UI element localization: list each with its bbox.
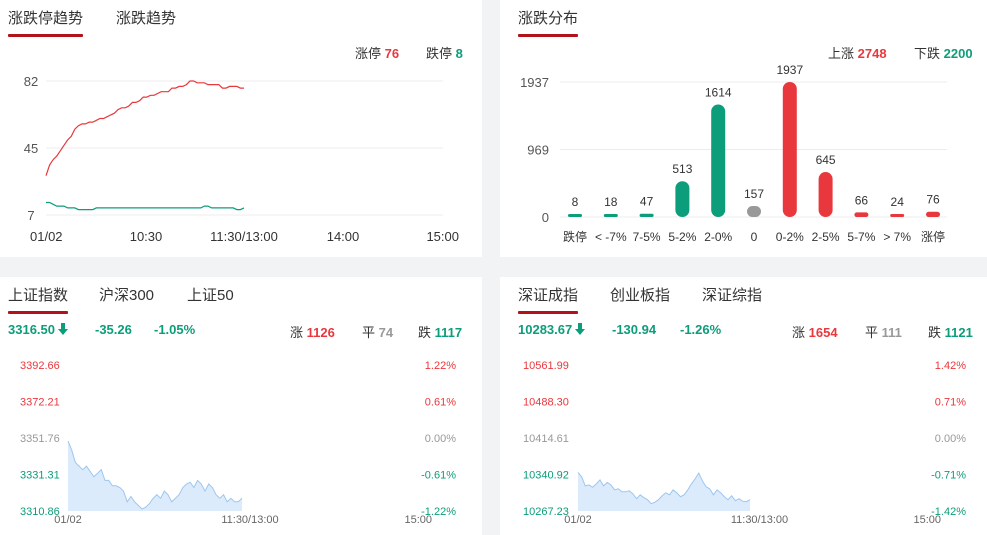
category-label: 跌停 (563, 229, 587, 244)
category-label: < -7% (595, 230, 627, 244)
sh-intraday-chart: 3392.66 1.22% 3372.21 0.61% 3351.76 0.00% 3331… (20, 360, 456, 526)
sh-index-panel: 上证指数 沪深300 上证50 3316.50 -35.26 -1.05% 涨 … (0, 277, 482, 535)
pct-tick-label: 0.71% (935, 397, 966, 409)
category-label: 0 (751, 230, 758, 244)
bar (568, 214, 582, 217)
category-label: > 7% (883, 230, 911, 244)
y-tick-label: 10267.23 (523, 506, 569, 518)
y-tick-label: 969 (527, 143, 549, 158)
data-label: 1614 (705, 86, 732, 100)
pct-tick-label: -0.61% (421, 470, 456, 482)
data-label: 76 (926, 193, 940, 207)
x-tick-label: 15:00 (404, 514, 432, 526)
x-tick-label: 15:00 (913, 514, 941, 526)
pct-tick-label: 1.22% (425, 360, 456, 372)
data-label: 8 (572, 195, 579, 209)
x-tick-label: 01/02 (54, 514, 82, 526)
y-tick-label: 0 (542, 210, 549, 225)
y-tick-label: 45 (24, 141, 38, 156)
pct-tick-label: 0.00% (425, 433, 456, 445)
category-label: 7-5% (633, 230, 661, 244)
data-label: 645 (816, 153, 836, 167)
pct-tick-label: 1.42% (935, 360, 966, 372)
bar (782, 82, 797, 217)
bar (747, 206, 761, 217)
y-tick-label: 3372.21 (20, 397, 60, 409)
data-label: 513 (672, 162, 692, 176)
y-tick-label: 3331.31 (20, 470, 60, 482)
category-label: 5-7% (847, 230, 875, 244)
bar (890, 214, 905, 217)
pct-tick-label: 0.00% (935, 433, 966, 445)
y-tick-label: 10340.92 (523, 470, 569, 482)
limit-trend-chart: 82 45 7 01/02 10:30 11:30/13:00 14:00 15:00 (24, 74, 459, 244)
bar (639, 213, 654, 217)
y-tick-label: 10414.61 (523, 433, 569, 445)
category-label: 2-5% (812, 230, 840, 244)
index-area (578, 472, 750, 511)
sz-index-panel: 深证成指 创业板指 深证综指 10283.67 -130.94 -1.26% 涨… (500, 277, 987, 535)
bar (926, 211, 940, 217)
y-tick-label: 1937 (520, 75, 549, 90)
data-label: 66 (855, 193, 869, 207)
pct-tick-label: 0.61% (425, 397, 456, 409)
y-tick-label: 7 (27, 208, 34, 223)
x-tick-label: 11:30/13:00 (731, 514, 788, 526)
x-tick-label: 11:30/13:00 (221, 514, 278, 526)
x-tick-label: 01/02 (30, 229, 63, 244)
bar (711, 104, 726, 217)
category-label: 5-2% (668, 230, 696, 244)
sz-intraday-chart: 10561.99 1.42% 10488.30 0.71% 10414.61 0.00% 1… (523, 360, 966, 526)
bar (675, 181, 690, 217)
bar (818, 172, 833, 217)
data-label: 18 (604, 195, 618, 209)
category-label: 2-0% (704, 230, 732, 244)
bar (603, 214, 618, 217)
data-label: 1937 (776, 63, 803, 77)
y-tick-label: 3351.76 (20, 433, 60, 445)
x-tick-label: 15:00 (426, 229, 459, 244)
y-tick-label: 10488.30 (523, 397, 569, 409)
data-label: 47 (640, 195, 654, 209)
series-line (45, 80, 244, 176)
series-line (46, 201, 245, 211)
data-label: 24 (891, 195, 905, 209)
bar (854, 212, 869, 217)
category-label: 0-2% (776, 230, 804, 244)
category-label: 涨停 (921, 229, 945, 244)
x-tick-label: 01/02 (564, 514, 592, 526)
x-tick-label: 10:30 (130, 229, 163, 244)
y-tick-label: 3392.66 (20, 360, 60, 372)
distribution-chart: 1937 969 0 8 跌停 18 < -7% 47 7-5% 513 5-2% 1614 2-0% 1… (520, 63, 947, 244)
distribution-panel: 涨跌分布 上涨 2748 下跌 2200 1937 969 0 8 跌停 18 < -7% 4… (500, 0, 987, 257)
y-tick-label: 82 (24, 74, 38, 89)
y-tick-label: 10561.99 (523, 360, 569, 372)
limit-trend-panel: 涨跌停趋势 涨跌趋势 涨停 76 跌停 8 82 45 7 01/02 10:30 11:… (0, 0, 482, 257)
x-tick-label: 14:00 (327, 229, 360, 244)
data-label: 157 (744, 187, 764, 201)
x-tick-label: 11:30/13:00 (210, 229, 278, 244)
pct-tick-label: -0.71% (931, 470, 966, 482)
